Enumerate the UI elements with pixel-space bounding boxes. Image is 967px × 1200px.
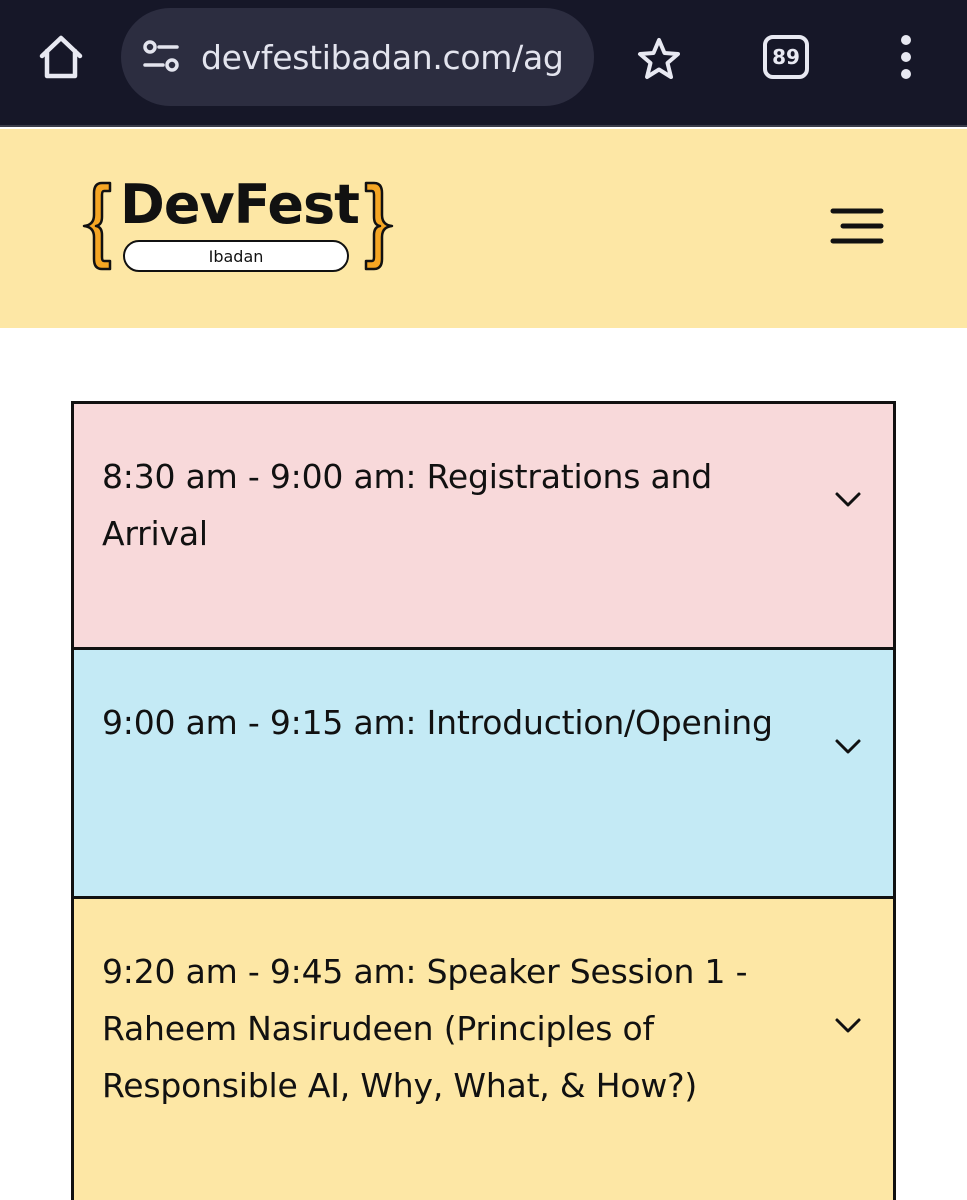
tabs-icon[interactable]: 89 [760, 32, 812, 82]
chevron-down-icon[interactable] [834, 738, 862, 756]
right-brace-icon [364, 181, 394, 271]
agenda-item-title: 9:20 am - 9:45 am: Speaker Session 1 - R… [102, 952, 748, 1105]
agenda-item-title: 9:00 am - 9:15 am: Introduction/Opening [102, 703, 773, 742]
site-header: DevFest Ibadan [0, 129, 967, 328]
agenda-item[interactable]: 9:00 am - 9:15 am: Introduction/Opening [74, 650, 893, 899]
agenda-item-title: 8:30 am - 9:00 am: Registrations and Arr… [102, 457, 712, 553]
browser-toolbar: devfestibadan.com/ag 89 [0, 0, 967, 127]
devfest-logo[interactable]: DevFest Ibadan [80, 173, 400, 279]
left-brace-icon [82, 181, 112, 271]
address-bar[interactable]: devfestibadan.com/ag [121, 8, 594, 106]
agenda-item[interactable]: 8:30 am - 9:00 am: Registrations and Arr… [74, 404, 893, 650]
site-info-icon[interactable] [139, 35, 183, 79]
logo-wordmark: DevFest [120, 173, 360, 236]
hamburger-icon[interactable] [830, 207, 886, 249]
chevron-down-icon[interactable] [834, 1017, 862, 1035]
agenda-item[interactable]: 9:20 am - 9:45 am: Speaker Session 1 - R… [74, 899, 893, 1200]
star-icon[interactable] [634, 34, 684, 84]
tab-count: 89 [763, 35, 809, 79]
chevron-down-icon[interactable] [834, 491, 862, 509]
menu-dots-icon[interactable] [886, 30, 926, 84]
url-text: devfestibadan.com/ag [201, 37, 564, 77]
agenda-accordion: 8:30 am - 9:00 am: Registrations and Arr… [71, 401, 896, 1200]
home-icon[interactable] [34, 30, 88, 84]
logo-city-tag: Ibadan [123, 240, 349, 272]
